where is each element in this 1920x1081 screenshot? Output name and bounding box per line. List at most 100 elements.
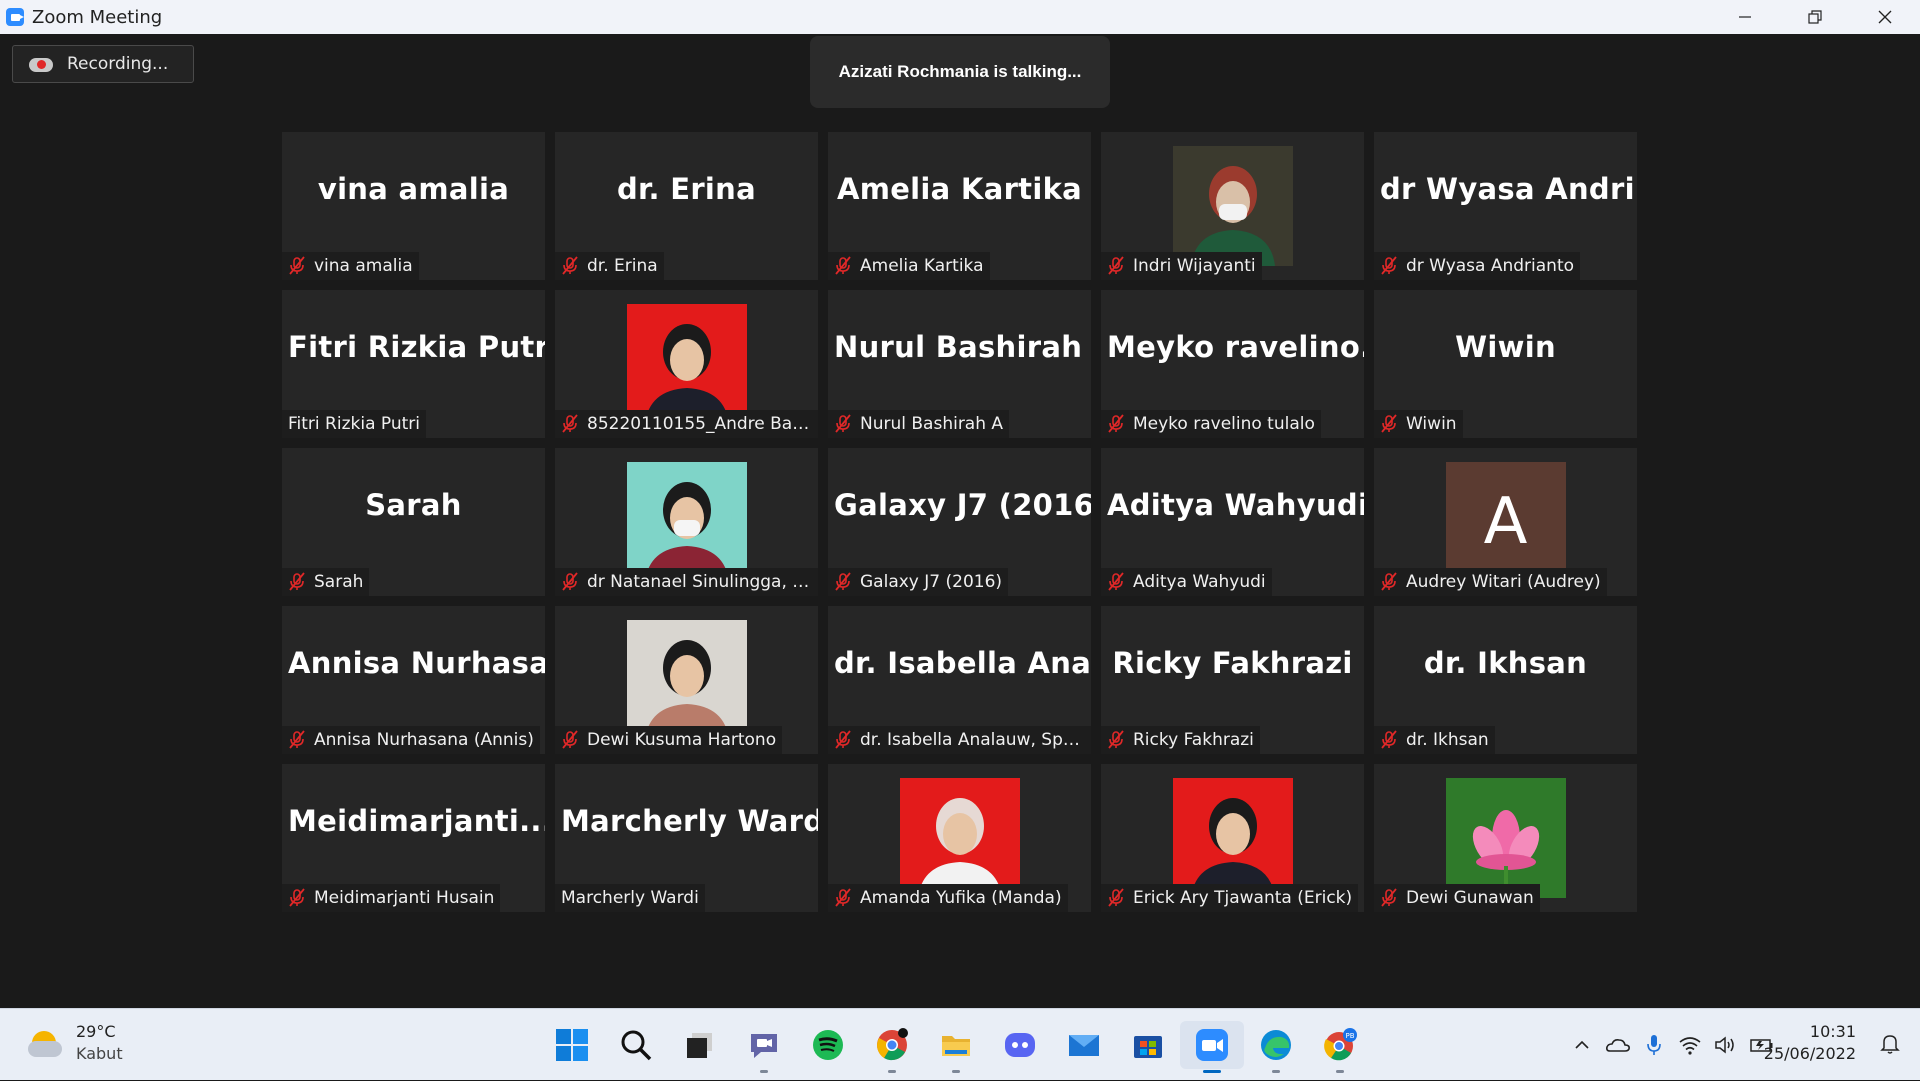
cloud-recording-icon (29, 55, 53, 73)
restore-button[interactable] (1780, 0, 1850, 34)
participant-tile[interactable]: Ricky Fakhrazi Ricky Fakhrazi (1101, 606, 1364, 754)
minimize-button[interactable] (1710, 0, 1780, 34)
participant-name-label: Aditya Wahyudi (1101, 568, 1272, 596)
participant-display-name: Marcherly Wardi (561, 804, 818, 838)
recording-label: Recording... (67, 54, 169, 74)
muted-microphone-icon (1380, 730, 1398, 750)
close-button[interactable] (1850, 0, 1920, 34)
file-explorer-icon[interactable] (924, 1021, 988, 1073)
participant-tile[interactable]: Indri Wijayanti (1101, 132, 1364, 280)
mail-icon[interactable] (1052, 1021, 1116, 1069)
participant-tile[interactable]: Dewi Kusuma Hartono (555, 606, 818, 754)
participant-tile[interactable]: Meidimarjanti... Meidimarjanti Husain (282, 764, 545, 912)
participant-display-name: Amelia Kartika (836, 172, 1083, 206)
participant-name: Annisa Nurhasana (Annis) (314, 730, 534, 750)
muted-microphone-icon (561, 256, 579, 276)
participant-tile[interactable]: Amelia Kartika Amelia Kartika (828, 132, 1091, 280)
participant-tile[interactable]: Erick Ary Tjawanta (Erick) (1101, 764, 1364, 912)
muted-microphone-icon (834, 730, 852, 750)
participant-name-label: Indri Wijayanti (1101, 252, 1262, 280)
svg-text:PB: PB (1345, 1032, 1354, 1040)
active-speaker-banner: Azizati Rochmania is talking... (810, 36, 1110, 108)
participant-name-label: Erick Ary Tjawanta (Erick) (1101, 884, 1359, 912)
muted-microphone-icon (834, 572, 852, 592)
participant-display-name: Wiwin (1455, 330, 1556, 364)
participant-tile[interactable]: Sarah Sarah (282, 448, 545, 596)
participant-tile[interactable]: dr Natanael Sinulingga, S... (555, 448, 818, 596)
participant-display-name: Meidimarjanti... (288, 804, 545, 838)
participant-name-label: dr. Ikhsan (1374, 726, 1495, 754)
participant-display-name: dr. Ikhsan (1423, 646, 1588, 680)
volume-icon[interactable] (1708, 1027, 1744, 1063)
participant-name: dr. Isabella Analauw, Sp.K... (860, 730, 1085, 750)
muted-microphone-icon (1107, 414, 1125, 434)
teams-chat-icon[interactable] (732, 1021, 796, 1073)
discord-icon[interactable] (988, 1021, 1052, 1069)
edge-icon[interactable] (1244, 1021, 1308, 1073)
close-icon (1878, 10, 1892, 24)
window-controls (1710, 0, 1920, 34)
participant-name-label: Sarah (282, 568, 370, 596)
window-title-bar: Zoom Meeting (0, 0, 1920, 34)
muted-microphone-icon (288, 572, 306, 592)
microphone-icon[interactable] (1636, 1027, 1672, 1063)
participant-tile[interactable]: 85220110155_Andre Bayu... (555, 290, 818, 438)
participant-name-label: Dewi Gunawan (1374, 884, 1540, 912)
muted-microphone-icon (561, 572, 579, 592)
participant-display-name: Meyko ravelino... (1107, 330, 1364, 364)
window-title: Zoom Meeting (32, 6, 163, 28)
weather-desc: Kabut (76, 1044, 123, 1063)
chevron-up-icon[interactable] (1564, 1027, 1600, 1063)
participant-name-label: vina amalia (282, 252, 419, 280)
windows-start-icon[interactable] (540, 1021, 604, 1069)
task-view-icon[interactable] (668, 1021, 732, 1069)
participant-tile[interactable]: Amanda Yufika (Manda) (828, 764, 1091, 912)
participant-tile[interactable]: dr. Erina dr. Erina (555, 132, 818, 280)
search-icon[interactable] (604, 1021, 668, 1069)
weather-widget[interactable]: 29°C Kabut (28, 1021, 123, 1065)
participant-tile[interactable]: Fitri Rizkia Putri Fitri Rizkia Putri (282, 290, 545, 438)
muted-microphone-icon (1107, 572, 1125, 592)
participant-tile[interactable]: vina amalia vina amalia (282, 132, 545, 280)
onedrive-cloud-icon[interactable] (1600, 1027, 1636, 1063)
participant-display-name: Ricky Fakhrazi (1112, 646, 1353, 680)
muted-microphone-icon (834, 256, 852, 276)
participant-profile-photo (1172, 146, 1293, 266)
participant-tile[interactable]: dr Wyasa Andri... dr Wyasa Andrianto (1374, 132, 1637, 280)
participant-tile[interactable]: Dewi Gunawan (1374, 764, 1637, 912)
microsoft-store-icon[interactable] (1116, 1021, 1180, 1069)
muted-microphone-icon (1107, 888, 1125, 908)
notification-bell-icon[interactable] (1878, 1031, 1902, 1055)
participant-name: Erick Ary Tjawanta (Erick) (1133, 888, 1353, 908)
recording-indicator[interactable]: Recording... (12, 45, 194, 83)
zoom-app-icon (6, 8, 24, 26)
spotify-icon[interactable] (796, 1021, 860, 1069)
participant-tile[interactable]: Annisa Nurhasa... Annisa Nurhasana (Annis… (282, 606, 545, 754)
muted-microphone-icon (288, 730, 306, 750)
taskbar-apps: PB (540, 1021, 1372, 1073)
participant-name-label: 85220110155_Andre Bayu... (555, 410, 818, 438)
participant-tile[interactable]: dr. Isabella Anal... dr. Isabella Analauw… (828, 606, 1091, 754)
participant-name: dr. Ikhsan (1406, 730, 1489, 750)
participant-name: Wiwin (1406, 414, 1457, 434)
participant-name: Dewi Gunawan (1406, 888, 1534, 908)
chrome-icon[interactable] (860, 1021, 924, 1073)
meeting-area: Recording... Azizati Rochmania is talkin… (0, 34, 1920, 1008)
participant-tile[interactable]: Marcherly Wardi Marcherly Wardi (555, 764, 818, 912)
participant-tile[interactable]: Aditya Wahyudi Aditya Wahyudi (1101, 448, 1364, 596)
participant-tile[interactable]: Meyko ravelino... Meyko ravelino tulalo (1101, 290, 1364, 438)
participant-tile[interactable]: dr. Ikhsan dr. Ikhsan (1374, 606, 1637, 754)
zoom-icon[interactable] (1180, 1021, 1244, 1073)
muted-microphone-icon (1380, 414, 1398, 434)
participant-display-name: Aditya Wahyudi (1107, 488, 1364, 522)
chrome-profile-icon[interactable]: PB (1308, 1021, 1372, 1073)
participant-name: Galaxy J7 (2016) (860, 572, 1003, 592)
participant-name-label: dr Natanael Sinulingga, S... (555, 568, 818, 596)
system-clock[interactable]: 10:31 25/06/2022 (1764, 1021, 1856, 1065)
participant-tile[interactable]: Galaxy J7 (2016) Galaxy J7 (2016) (828, 448, 1091, 596)
wifi-icon[interactable] (1672, 1027, 1708, 1063)
participant-tile[interactable]: Nurul Bashirah A Nurul Bashirah A (828, 290, 1091, 438)
participant-name-label: Dewi Kusuma Hartono (555, 726, 783, 754)
participant-tile[interactable]: A Audrey Witari (Audrey) (1374, 448, 1637, 596)
participant-tile[interactable]: Wiwin Wiwin (1374, 290, 1637, 438)
